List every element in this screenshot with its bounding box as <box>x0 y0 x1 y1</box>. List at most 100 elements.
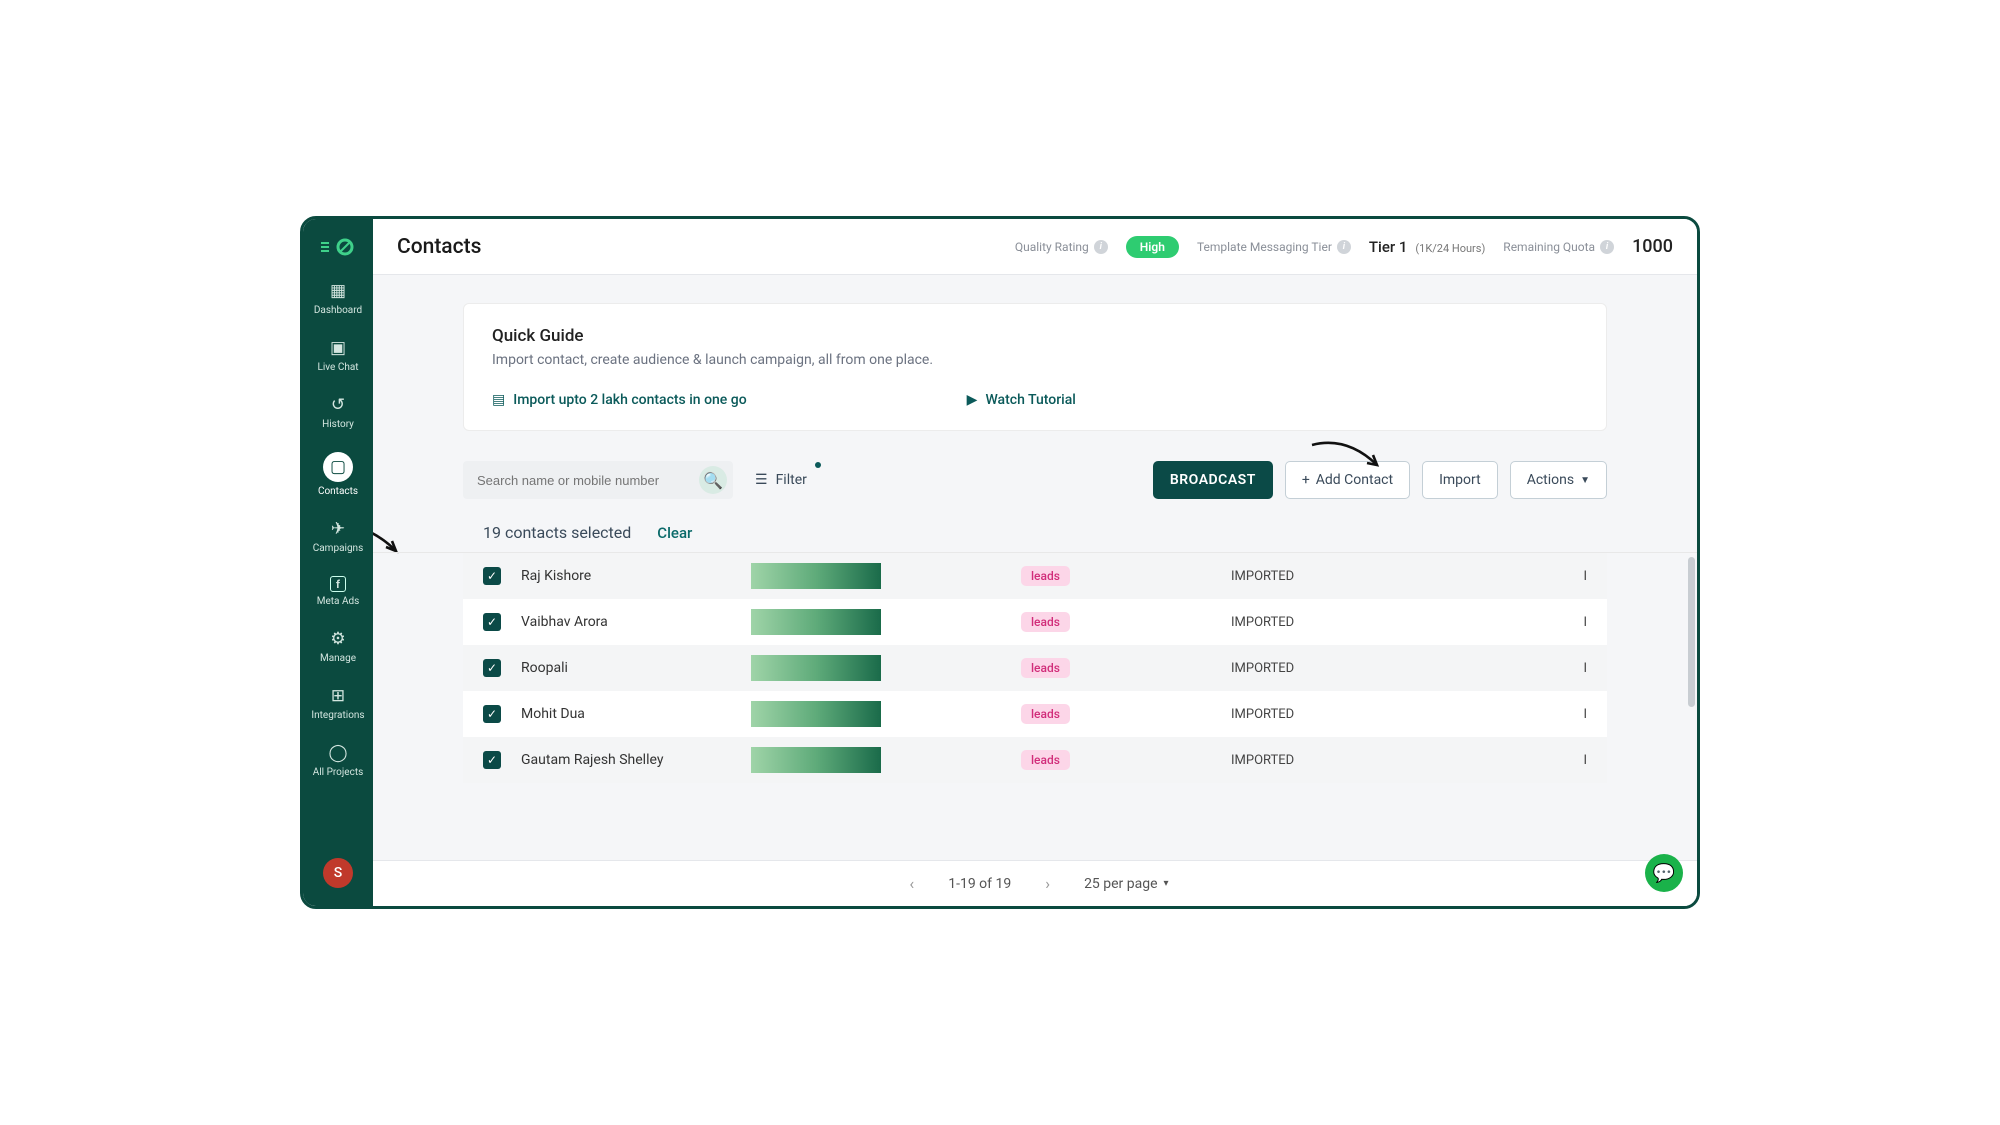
table-row[interactable]: ✓ Raj Kishore leads IMPORTED I <box>463 553 1607 599</box>
contact-name: Mohit Dua <box>521 706 731 722</box>
import-button[interactable]: Import <box>1422 461 1498 499</box>
contact-extra: I <box>1361 569 1587 584</box>
sidebar-item-contacts[interactable]: ▢ Contacts <box>318 452 358 497</box>
sidebar-item-label: All Projects <box>313 767 364 778</box>
contact-tag: leads <box>1021 704 1070 724</box>
contact-name: Roopali <box>521 660 731 676</box>
contact-status: IMPORTED <box>1141 569 1341 584</box>
remaining-quota-value: 1000 <box>1632 236 1673 257</box>
table-row[interactable]: ✓ Vaibhav Arora leads IMPORTED I <box>463 599 1607 645</box>
gear-icon: ⚙ <box>330 629 345 649</box>
actions-menu-button[interactable]: Actions▼ <box>1510 461 1607 499</box>
play-circle-icon: ▶ <box>967 392 978 408</box>
clear-selection-button[interactable]: Clear <box>657 524 692 542</box>
contact-tag: leads <box>1021 566 1070 586</box>
row-checkbox[interactable]: ✓ <box>483 613 501 631</box>
page-title: Contacts <box>397 235 481 259</box>
filter-button[interactable]: ☰ Filter <box>745 466 817 494</box>
topbar: Contacts Quality Ratingi High Template M… <box>373 219 1697 275</box>
toolbar: 🔍 ☰ Filter BROADCAST +Add Contact Import… <box>463 461 1607 499</box>
sidebar-item-label: Manage <box>320 653 356 664</box>
row-checkbox[interactable]: ✓ <box>483 751 501 769</box>
import-contacts-link[interactable]: ▤Import upto 2 lakh contacts in one go <box>492 392 747 408</box>
sidebar-item-history[interactable]: ↺History <box>322 395 354 430</box>
filter-indicator-dot <box>815 462 821 468</box>
contact-name: Vaibhav Arora <box>521 614 731 630</box>
selection-bar: 19 contacts selected Clear <box>463 523 1607 542</box>
sliders-icon: ☰ <box>755 472 768 488</box>
sidebar-item-campaigns[interactable]: ✈Campaigns <box>313 519 364 554</box>
table-row[interactable]: ✓ Roopali leads IMPORTED I <box>463 645 1607 691</box>
scrollbar[interactable] <box>1688 557 1695 707</box>
contact-extra: I <box>1361 661 1587 676</box>
contact-tag: leads <box>1021 750 1070 770</box>
app-logo <box>319 237 357 257</box>
row-checkbox[interactable]: ✓ <box>483 567 501 585</box>
tier-value: Tier 1 (1K/24 Hours) <box>1369 237 1485 256</box>
sidebar-item-manage[interactable]: ⚙ Manage <box>320 629 356 664</box>
contact-extra: I <box>1361 753 1587 768</box>
next-page-button[interactable]: › <box>1037 870 1058 897</box>
sidebar-item-dashboard[interactable]: ▦Dashboard <box>314 281 362 316</box>
contact-phone-masked <box>751 609 881 635</box>
contacts-table: ✓ Raj Kishore leads IMPORTED I ✓ Vaibhav Arora… <box>373 552 1697 860</box>
sidebar-item-label: Meta Ads <box>317 596 360 607</box>
prev-page-button[interactable]: ‹ <box>901 870 922 897</box>
broadcast-button[interactable]: BROADCAST <box>1153 461 1273 499</box>
contact-name: Raj Kishore <box>521 568 731 584</box>
search-icon: 🔍 <box>703 471 723 490</box>
add-contact-button[interactable]: +Add Contact <box>1285 461 1410 499</box>
table-row[interactable]: ✓ Mohit Dua leads IMPORTED I <box>463 691 1607 737</box>
contact-tag: leads <box>1021 658 1070 678</box>
contacts-icon: ▢ <box>323 452 353 482</box>
help-chat-fab[interactable]: 💬 <box>1645 854 1683 892</box>
quick-guide-links: ▤Import upto 2 lakh contacts in one go ▶… <box>492 392 1578 408</box>
sidebar-item-allprojects[interactable]: ◯ All Projects <box>313 743 364 778</box>
book-icon: ▤ <box>492 392 505 408</box>
facebook-icon: f <box>330 576 346 592</box>
contact-phone-masked <box>751 701 881 727</box>
chat-bubble-icon: 💬 <box>1653 863 1675 884</box>
pagination-bar: ‹ 1-19 of 19 › 25 per page▾ <box>373 860 1697 906</box>
quick-guide-subtitle: Import contact, create audience & launch… <box>492 352 1578 368</box>
sidebar-item-label: Contacts <box>318 486 358 497</box>
watch-tutorial-link[interactable]: ▶Watch Tutorial <box>967 392 1076 408</box>
sidebar: ▦Dashboard ▣Live Chat ↺History ▢ Contacts… <box>303 219 373 906</box>
contact-extra: I <box>1361 707 1587 722</box>
search-wrap: 🔍 <box>463 461 733 499</box>
sidebar-item-metaads[interactable]: f Meta Ads <box>317 576 360 607</box>
contact-phone-masked <box>751 747 881 773</box>
contact-status: IMPORTED <box>1141 615 1341 630</box>
search-input[interactable] <box>477 473 699 488</box>
contact-name: Gautam Rajesh Shelley <box>521 752 731 768</box>
row-checkbox[interactable]: ✓ <box>483 705 501 723</box>
row-checkbox[interactable]: ✓ <box>483 659 501 677</box>
contact-tag-cell: leads <box>901 566 1121 586</box>
info-icon[interactable]: i <box>1337 240 1351 254</box>
contact-tag-cell: leads <box>901 612 1121 632</box>
contact-status: IMPORTED <box>1141 707 1341 722</box>
main-panel: Contacts Quality Ratingi High Template M… <box>373 219 1697 906</box>
chevron-down-icon: ▼ <box>1580 475 1590 486</box>
sidebar-item-livechat[interactable]: ▣Live Chat <box>317 338 358 373</box>
per-page-select[interactable]: 25 per page▾ <box>1084 876 1169 892</box>
contact-status: IMPORTED <box>1141 753 1341 768</box>
circle-icon: ◯ <box>328 743 347 763</box>
contact-tag-cell: leads <box>901 704 1121 724</box>
contact-tag: leads <box>1021 612 1070 632</box>
content-area: Quick Guide Import contact, create audie… <box>373 275 1697 860</box>
info-icon[interactable]: i <box>1094 240 1108 254</box>
user-avatar[interactable]: S <box>323 858 353 888</box>
caret-down-icon: ▾ <box>1164 878 1169 889</box>
sidebar-item-integrations[interactable]: ⊞Integrations <box>311 686 364 721</box>
contact-status: IMPORTED <box>1141 661 1341 676</box>
contact-tag-cell: leads <box>901 658 1121 678</box>
contact-extra: I <box>1361 615 1587 630</box>
search-button[interactable]: 🔍 <box>699 466 727 494</box>
table-row[interactable]: ✓ Gautam Rajesh Shelley leads IMPORTED I <box>463 737 1607 783</box>
contact-tag-cell: leads <box>901 750 1121 770</box>
sidebar-item-label: Dashboard <box>314 305 362 316</box>
info-icon[interactable]: i <box>1600 240 1614 254</box>
app-frame: ▦Dashboard ▣Live Chat ↺History ▢ Contacts… <box>300 216 1700 909</box>
contact-phone-masked <box>751 563 881 589</box>
